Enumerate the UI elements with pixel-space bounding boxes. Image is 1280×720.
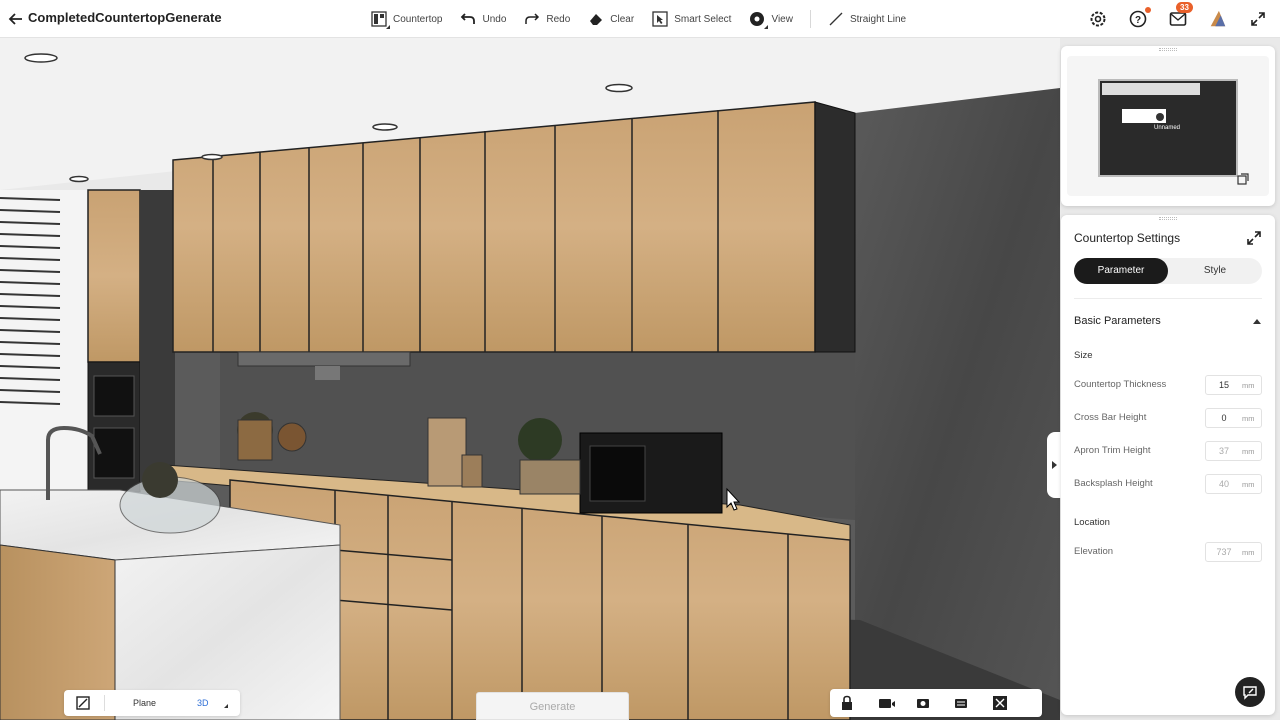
redo-button[interactable]: Redo (515, 0, 579, 38)
minimap-floorplan: Unnamed (1098, 79, 1238, 177)
straight-line-button[interactable]: Straight Line (819, 0, 915, 38)
minimap-canvas[interactable]: Unnamed (1067, 56, 1269, 196)
elevation-field: mm (1205, 542, 1262, 562)
drag-handle[interactable] (1159, 217, 1177, 220)
settings-gear-icon[interactable] (1088, 9, 1108, 29)
eraser-icon (590, 14, 603, 25)
fullscreen-icon[interactable] (1248, 9, 1268, 29)
countertop-thickness-row: Countertop Thickness mm (1074, 375, 1262, 395)
divider (1074, 298, 1262, 299)
elevation-input (1206, 547, 1242, 557)
cross-bar-height-row: Cross Bar Height mm (1074, 408, 1262, 428)
generate-button[interactable]: Generate (476, 692, 629, 720)
undo-label: Undo (482, 13, 507, 25)
apron-trim-height-field: mm (1205, 441, 1262, 461)
elevation-row: Elevation mm (1074, 542, 1262, 562)
line-icon (829, 12, 843, 26)
popout-icon[interactable] (1237, 172, 1249, 185)
field-label: Backsplash Height (1074, 478, 1153, 489)
camera-list-icon[interactable] (954, 695, 970, 711)
panel-collapse-toggle[interactable] (1047, 432, 1061, 498)
size-group-label: Size (1074, 350, 1093, 361)
collapse-arrow-icon (1051, 461, 1057, 469)
field-label: Apron Trim Height (1074, 445, 1151, 456)
back-arrow-icon[interactable] (6, 9, 26, 29)
countertop-button[interactable]: Countertop (362, 0, 451, 38)
redo-label: Redo (546, 13, 571, 25)
backsplash-height-row: Backsplash Height mm (1074, 474, 1262, 494)
unit-label: mm (1242, 413, 1255, 423)
smart-select-button[interactable]: Smart Select (643, 0, 740, 38)
svg-text:?: ? (1135, 15, 1141, 26)
location-group-label: Location (1074, 517, 1110, 528)
unit-label: mm (1242, 380, 1255, 390)
notification-dot (1145, 7, 1151, 13)
panel-title: Countertop Settings (1074, 231, 1181, 245)
help-icon[interactable]: ? (1128, 7, 1151, 29)
eye-icon (750, 12, 765, 26)
settings-tabs: Parameter Style (1074, 258, 1262, 284)
tab-style[interactable]: Style (1168, 258, 1262, 284)
section-view-icon[interactable] (992, 695, 1008, 711)
field-label: Elevation (1074, 546, 1114, 557)
field-label: Cross Bar Height (1074, 412, 1147, 423)
apron-trim-height-input (1206, 446, 1242, 456)
expand-icon[interactable] (1247, 231, 1261, 245)
minimap-panel: Unnamed (1061, 46, 1275, 206)
tab-parameter[interactable]: Parameter (1074, 258, 1168, 284)
countertop-thickness-field[interactable]: mm (1205, 375, 1262, 395)
undo-button[interactable]: Undo (451, 0, 515, 38)
undo-icon (461, 13, 476, 24)
clear-label: Clear (610, 13, 635, 25)
messages-icon[interactable]: 33 (1168, 2, 1193, 29)
countertop-thickness-input[interactable] (1206, 380, 1242, 390)
drag-handle[interactable] (1159, 48, 1177, 51)
unit-label: mm (1242, 547, 1255, 557)
smart-select-icon (652, 11, 668, 27)
cross-bar-height-input[interactable] (1206, 413, 1242, 423)
backsplash-height-input (1206, 479, 1242, 489)
camera-settings-icon[interactable] (916, 695, 932, 711)
lock-icon[interactable] (840, 695, 856, 711)
minimap-room-label: Unnamed (1154, 125, 1181, 131)
straight-line-label: Straight Line (849, 13, 907, 25)
unit-label: mm (1242, 446, 1255, 456)
apron-trim-height-row: Apron Trim Height mm (1074, 441, 1262, 461)
cross-bar-height-field[interactable]: mm (1205, 408, 1262, 428)
collapse-caret-icon[interactable] (1253, 319, 1261, 324)
section-basic-parameters: Basic Parameters (1074, 315, 1161, 327)
view-button[interactable]: View (740, 0, 802, 38)
clear-button[interactable]: Clear (579, 0, 643, 38)
view-mode-bar: Plane 3D (64, 690, 240, 716)
divider (104, 695, 105, 711)
view-label: View (771, 13, 793, 25)
countertop-settings-panel: Countertop Settings Parameter Style Basi… (1061, 215, 1275, 715)
messages-badge: 33 (1176, 2, 1193, 13)
dropdown-corner-icon (224, 704, 228, 708)
chat-edit-icon (1243, 686, 1257, 700)
countertop-label: Countertop (393, 13, 443, 25)
redo-icon (525, 13, 540, 24)
countertop-icon (371, 11, 387, 27)
smart-select-label: Smart Select (674, 13, 732, 25)
plane-mode-button[interactable]: Plane (133, 698, 156, 708)
project-title: CompletedCountertopGenerate (28, 10, 222, 25)
3d-mode-button[interactable]: 3D (197, 698, 209, 708)
camera-tools-bar (830, 689, 1042, 717)
unit-label: mm (1242, 479, 1255, 489)
2d-view-icon[interactable] (76, 696, 90, 710)
add-camera-icon[interactable] (878, 695, 895, 711)
top-toolbar: CompletedCountertopGenerate Countertop U… (0, 0, 1280, 38)
tool-group: Countertop Undo Redo Clear Smart Select … (362, 0, 915, 38)
field-label: Countertop Thickness (1074, 379, 1167, 390)
toolbar-divider (809, 10, 811, 28)
backsplash-height-field: mm (1205, 474, 1262, 494)
header-actions: ? 33 (1088, 0, 1268, 38)
brand-logo-icon[interactable] (1208, 9, 1228, 29)
feedback-button[interactable] (1235, 677, 1265, 707)
